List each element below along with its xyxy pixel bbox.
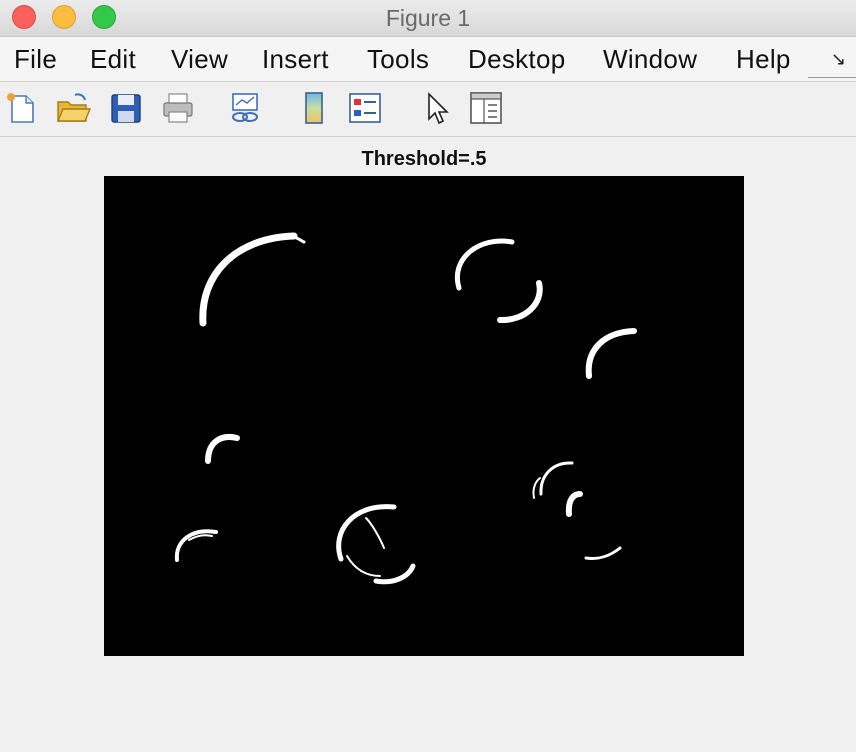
bubble-edge <box>373 563 416 585</box>
bubble-edge <box>565 491 583 517</box>
menu-edit[interactable]: Edit <box>90 44 136 75</box>
bubble-edge <box>584 546 622 560</box>
bubble-edge <box>539 461 574 496</box>
edit-plot-pointer-icon[interactable] <box>418 90 454 126</box>
print-icon[interactable] <box>160 90 196 126</box>
figure-toolbar <box>0 82 856 137</box>
window-titlebar[interactable]: Figure 1 <box>0 0 856 37</box>
new-figure-icon[interactable] <box>4 90 40 126</box>
dock-arrow-icon[interactable]: ↘ <box>831 49 846 70</box>
menu-bar: File Edit View Insert Tools Desktop Wind… <box>0 37 856 82</box>
bubble-edge <box>346 555 381 577</box>
menu-view[interactable]: View <box>171 44 228 75</box>
menu-tools[interactable]: Tools <box>367 44 429 75</box>
bubble-edge <box>205 434 240 464</box>
bubble-edge <box>497 280 543 324</box>
menu-divider <box>808 77 856 78</box>
link-plot-icon[interactable] <box>227 90 263 126</box>
axes-title: Threshold=.5 <box>361 148 487 170</box>
property-inspector-icon[interactable] <box>468 90 504 126</box>
thresholded-image <box>174 232 637 585</box>
menu-window[interactable]: Window <box>603 44 697 75</box>
insert-legend-icon[interactable] <box>347 90 383 126</box>
bubble-edge <box>585 328 637 379</box>
bubble-edge <box>336 504 397 562</box>
bubble-edge <box>532 477 541 499</box>
menu-insert[interactable]: Insert <box>262 44 329 75</box>
image-axes[interactable] <box>104 176 744 656</box>
window-title: Figure 1 <box>385 5 471 31</box>
bubble-edge <box>199 232 298 327</box>
bubble-edge <box>365 517 385 549</box>
bubble-edge <box>454 238 515 291</box>
insert-colorbar-icon[interactable] <box>296 90 332 126</box>
open-file-icon[interactable] <box>55 90 91 126</box>
menu-file[interactable]: File <box>14 44 57 75</box>
menu-help[interactable]: Help <box>736 44 791 75</box>
save-icon[interactable] <box>108 90 144 126</box>
menu-desktop[interactable]: Desktop <box>468 44 565 75</box>
